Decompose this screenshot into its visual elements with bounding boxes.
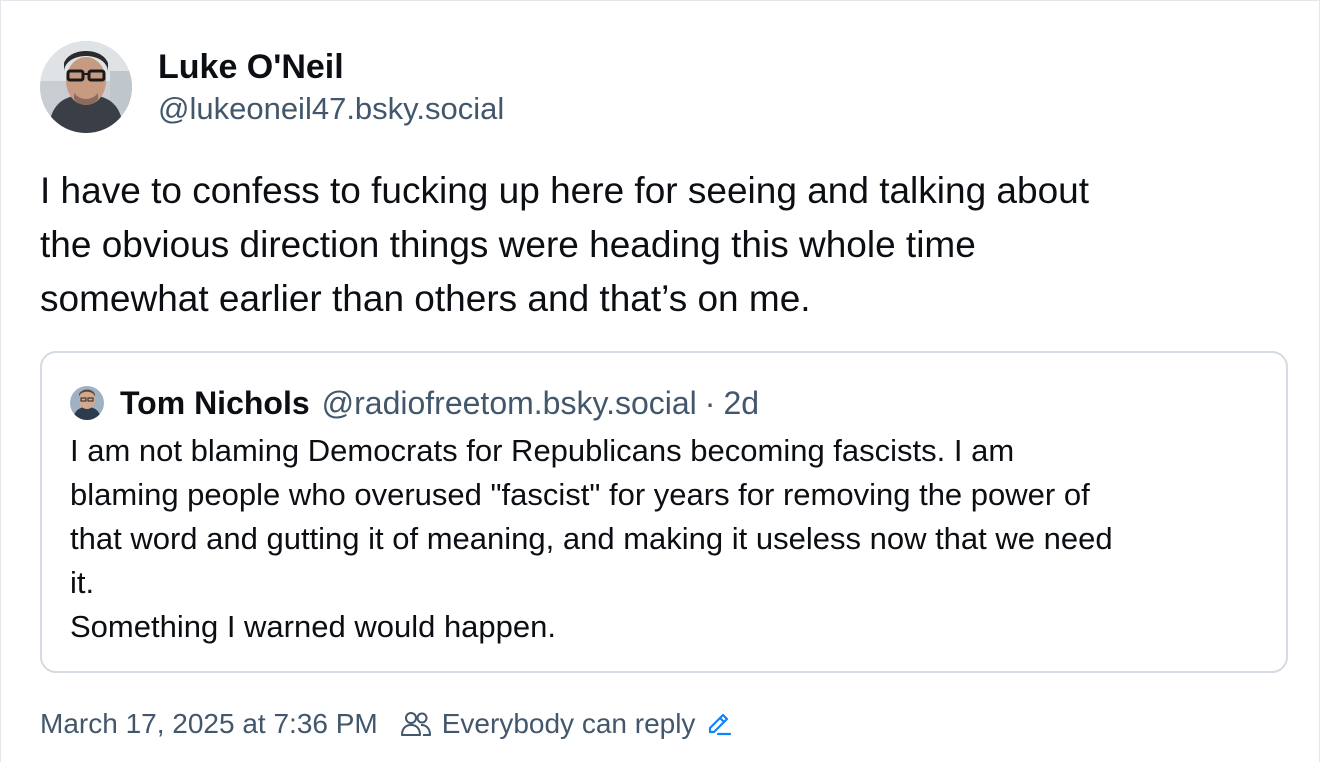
quoted-post-header: Tom Nichols @radiofreetom.bsky.social · … [70,383,1258,423]
quoted-post-time[interactable]: 2d [723,385,759,422]
quoted-author-avatar[interactable] [70,386,104,420]
pencil-icon[interactable] [705,710,733,738]
quoted-post[interactable]: Tom Nichols @radiofreetom.bsky.social · … [40,351,1288,673]
post-text: I have to confess to fucking up here for… [40,170,1090,319]
post-timestamp: March 17, 2025 at 7:36 PM [40,708,378,739]
author-info: Luke O'Neil @lukeoneil47.bsky.social [158,45,504,129]
avatar-photo-icon [40,41,132,133]
quoted-author-display-name[interactable]: Tom Nichols [120,385,310,422]
author-display-name[interactable]: Luke O'Neil [158,45,504,89]
avatar-photo-icon [70,386,104,420]
quoted-post-text: I am not blaming Democrats for Republica… [70,433,1113,644]
post: Luke O'Neil @lukeoneil47.bsky.social I h… [40,40,1290,673]
post-meta-row: March 17, 2025 at 7:36 PM Everybody can … [40,702,733,746]
reply-setting-label[interactable]: Everybody can reply [442,708,696,740]
people-icon [400,712,431,736]
quoted-author-handle[interactable]: @radiofreetom.bsky.social [322,385,697,422]
author-handle[interactable]: @lukeoneil47.bsky.social [158,89,504,129]
post-author-row[interactable]: Luke O'Neil @lukeoneil47.bsky.social [40,40,1290,134]
author-avatar[interactable] [40,41,132,133]
quoted-post-separator: · [704,384,716,421]
